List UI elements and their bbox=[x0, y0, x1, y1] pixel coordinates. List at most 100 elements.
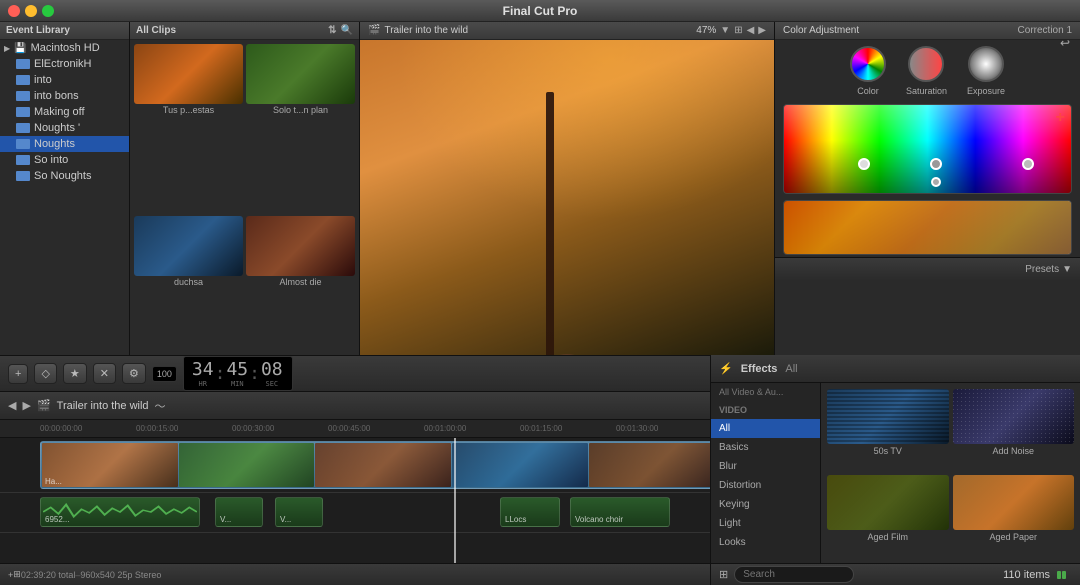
sidebar-item-electronikh[interactable]: ElEctronikH bbox=[0, 56, 129, 72]
sidebar-item-noughts[interactable]: Noughts bbox=[0, 136, 129, 152]
sidebar-item-into[interactable]: into bbox=[0, 72, 129, 88]
effects-preview-button[interactable]: ⊞ bbox=[719, 568, 728, 581]
effect-item-aged-film[interactable]: Aged Film bbox=[827, 475, 949, 557]
tc-hr-label: HR bbox=[199, 380, 207, 388]
sidebar-item-label: into bons bbox=[34, 90, 79, 102]
minimize-button[interactable] bbox=[25, 5, 37, 17]
effect-thumb-50stv bbox=[827, 392, 949, 444]
titlebar: Final Cut Pro bbox=[0, 0, 1080, 22]
clip-thumb bbox=[134, 216, 243, 276]
sidebar-item-so-into[interactable]: So into bbox=[0, 152, 129, 168]
effect-item-50stv[interactable]: 50s TV bbox=[827, 392, 949, 471]
presets-label: Presets bbox=[1025, 264, 1059, 275]
settings-btn[interactable]: ⚙ bbox=[122, 363, 146, 384]
audio-clip-6952[interactable]: 6952... bbox=[40, 497, 200, 527]
effect-label-50stv: 50s TV bbox=[827, 444, 949, 458]
forward-button[interactable]: ▶ bbox=[758, 25, 766, 36]
gradient-handle-3[interactable] bbox=[1022, 158, 1034, 170]
effects-footer: ⊞ 110 items bbox=[711, 563, 1080, 585]
sidebar-item-noughts-apostrophe[interactable]: Noughts ' bbox=[0, 120, 129, 136]
effects-cat-all[interactable]: All bbox=[711, 419, 820, 438]
preview-header: 🎬 Trailer into the wild 47% ▼ ⊞ ◀ ▶ bbox=[360, 22, 774, 40]
clip-item-1[interactable]: Solo t...n plan bbox=[246, 44, 355, 213]
presets-chevron-icon: ▼ bbox=[1062, 264, 1072, 275]
effects-cat-keying[interactable]: Keying bbox=[711, 495, 820, 514]
audio-clip-v1[interactable]: V... bbox=[215, 497, 263, 527]
favorites-button[interactable]: ★ bbox=[63, 363, 87, 384]
film-icon: 🎬 bbox=[368, 25, 380, 36]
sidebar-item-label: Macintosh HD bbox=[31, 42, 100, 54]
timeline-effects-container: ◀ ▶ 🎬 Trailer into the wild 〜 ⇔ ⋮ ⊕ ☰ 00… bbox=[0, 392, 1080, 585]
search-icon[interactable]: 🔍 bbox=[341, 25, 353, 36]
color-tab-exposure[interactable]: Exposure bbox=[967, 46, 1005, 96]
presets-button[interactable]: Presets ▼ bbox=[1025, 264, 1072, 275]
clips-header: All Clips ⇅ 🔍 bbox=[130, 22, 359, 40]
sort-icon[interactable]: ⇅ bbox=[328, 25, 336, 36]
reject-button[interactable]: ✕ bbox=[93, 363, 116, 384]
effects-cat-all-label: All bbox=[719, 423, 730, 434]
film-reel-icon: 🎬 bbox=[37, 399, 51, 412]
speed-value: 100 bbox=[157, 369, 172, 379]
close-button[interactable] bbox=[8, 5, 20, 17]
clip-item-0[interactable]: Tus p...estas bbox=[134, 44, 243, 213]
gradient-handle-4[interactable] bbox=[931, 177, 941, 187]
mark-button[interactable]: ◇ bbox=[34, 363, 56, 384]
sidebar-item-macintosh-hd[interactable]: ▶ 💾 Macintosh HD bbox=[0, 40, 129, 56]
zoom-dropdown-icon[interactable]: ▼ bbox=[720, 25, 730, 36]
timeline-back-button[interactable]: ◀ bbox=[8, 399, 16, 412]
audio-clip-llocs[interactable]: LLocs bbox=[500, 497, 560, 527]
back-button[interactable]: ◀ bbox=[747, 25, 755, 36]
sidebar-item-into-bons[interactable]: into bons bbox=[0, 88, 129, 104]
tc-sep1: : bbox=[215, 363, 226, 384]
speed-indicator: 100 bbox=[152, 366, 177, 382]
timeline-forward-button[interactable]: ▶ bbox=[22, 399, 30, 412]
effects-cat-basics[interactable]: Basics bbox=[711, 438, 820, 457]
effects-count: 110 items bbox=[1003, 569, 1050, 581]
ruler-mark-3: 00:00:45:00 bbox=[328, 424, 370, 433]
timeline-track-name: Trailer into the wild bbox=[57, 400, 149, 412]
color-tab-saturation-label: Saturation bbox=[906, 86, 947, 96]
effects-cat-blur[interactable]: Blur bbox=[711, 457, 820, 476]
undo-button[interactable]: ↩ bbox=[1060, 36, 1070, 50]
add-clip-button[interactable]: + bbox=[8, 364, 28, 384]
sidebar-item-label: Noughts bbox=[34, 138, 75, 150]
audio-clip-v2[interactable]: V... bbox=[275, 497, 323, 527]
gradient-handle-1[interactable] bbox=[858, 158, 870, 170]
clips-header-controls: ⇅ 🔍 bbox=[328, 25, 353, 36]
effect-label-aged-paper: Aged Paper bbox=[953, 530, 1075, 544]
color-tab-saturation[interactable]: Saturation bbox=[906, 46, 947, 96]
sidebar-item-label: So into bbox=[34, 154, 68, 166]
effects-cat-distortion[interactable]: Distortion bbox=[711, 476, 820, 495]
waveform-icon[interactable]: 〜 bbox=[155, 398, 166, 414]
sidebar-item-so-noughts[interactable]: So Noughts bbox=[0, 168, 129, 184]
clip-text-v2: V... bbox=[280, 515, 291, 524]
fullscreen-button[interactable] bbox=[42, 5, 54, 17]
color-tab-exposure-label: Exposure bbox=[967, 86, 1005, 96]
color-tab-color[interactable]: Color bbox=[850, 46, 886, 96]
audio-clip-volcano[interactable]: Volcano choir bbox=[570, 497, 670, 527]
color-tabs: ↩ Color Saturation Exposure bbox=[775, 40, 1080, 100]
clip-label: Solo t...n plan bbox=[246, 104, 355, 116]
vu-bar-1 bbox=[1057, 571, 1061, 579]
effect-item-aged-paper[interactable]: Aged Paper bbox=[953, 475, 1075, 557]
clip-label: Tus p...estas bbox=[134, 104, 243, 116]
effects-cat-distortion-label: Distortion bbox=[719, 480, 761, 491]
effects-cat-light[interactable]: Light bbox=[711, 514, 820, 533]
tc-min-value: 45 bbox=[226, 359, 248, 380]
tc-sec-value: 08 bbox=[261, 359, 283, 380]
tc-hr-value: 34 bbox=[192, 359, 214, 380]
event-icon bbox=[16, 107, 30, 117]
event-icon bbox=[16, 59, 30, 69]
media-browser-button[interactable]: ⊞ bbox=[13, 569, 21, 580]
effects-cat-looks[interactable]: Looks bbox=[711, 533, 820, 552]
preview-header-right: 47% ▼ ⊞ ◀ ▶ bbox=[696, 25, 766, 36]
gradient-handle-2[interactable] bbox=[930, 158, 942, 170]
event-icon bbox=[16, 75, 30, 85]
zoom-fit-button[interactable]: ⊞ bbox=[734, 25, 742, 36]
effects-search-input[interactable] bbox=[734, 566, 854, 583]
effect-item-add-noise[interactable]: Add Noise bbox=[953, 392, 1075, 471]
add-node-button[interactable]: + bbox=[1056, 109, 1065, 127]
effects-cat-all-video[interactable]: All Video & Au... bbox=[711, 392, 820, 401]
sidebar-item-making-off[interactable]: Making off bbox=[0, 104, 129, 120]
clip-text-ha: Ha... bbox=[45, 477, 62, 486]
